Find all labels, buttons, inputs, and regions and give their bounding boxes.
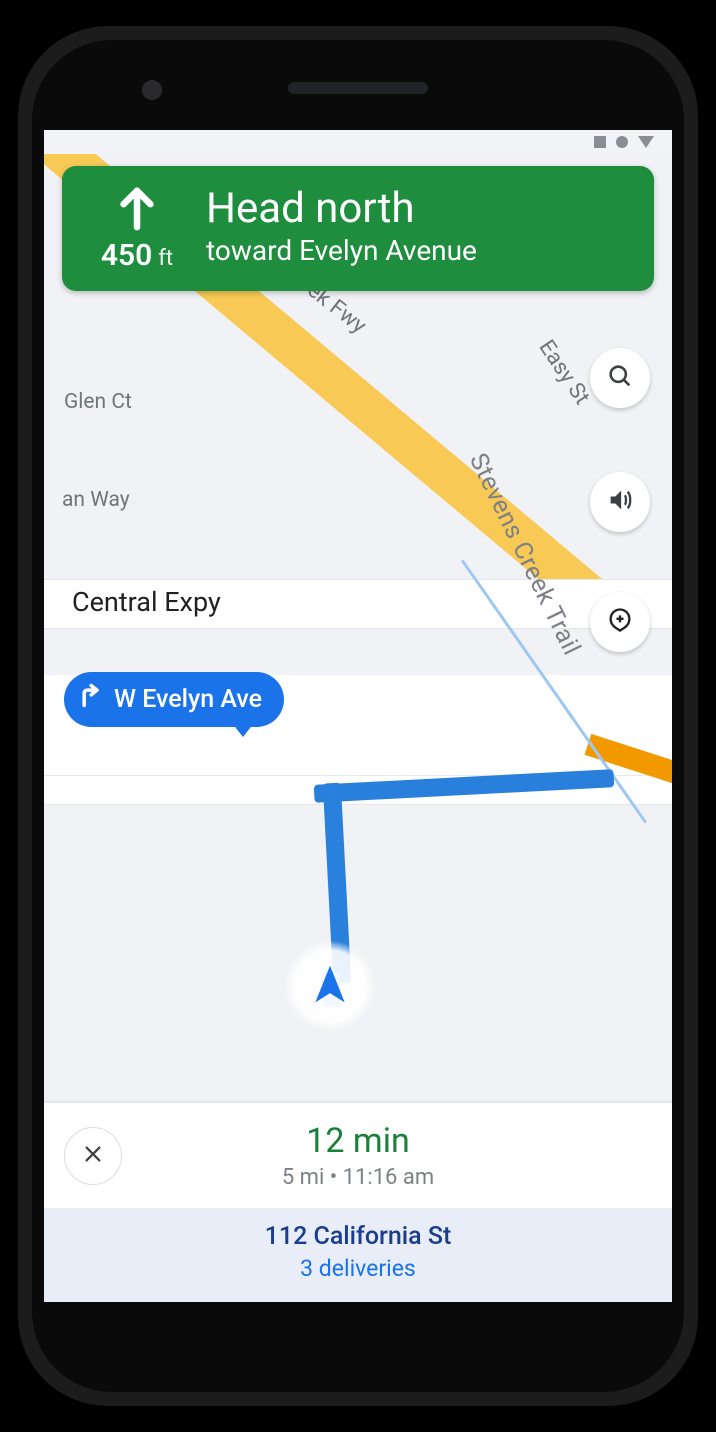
sound-button[interactable] — [590, 472, 650, 532]
arrow-up-icon — [114, 182, 160, 238]
eta-distance: 5 mi — [282, 1165, 324, 1190]
separator: • — [324, 1165, 342, 1190]
destination-subtitle: 3 deliveries — [56, 1255, 660, 1282]
status-bar — [44, 130, 672, 154]
destination-bar[interactable]: 112 California St 3 deliveries — [44, 1208, 672, 1302]
phone-bezel: Glen Ct an Way Central Expy Stevens Cree… — [32, 40, 684, 1392]
map-label-easy: Easy St — [533, 336, 594, 410]
map-label: Glen Ct — [64, 390, 132, 414]
direction-distance: 450 ft — [101, 238, 173, 273]
screen: Glen Ct an Way Central Expy Stevens Cree… — [44, 130, 672, 1302]
volume-icon — [606, 486, 634, 518]
speaker-grille — [288, 82, 428, 94]
eta-subline: 5 mi • 11:16 am — [64, 1165, 652, 1190]
front-camera — [142, 80, 162, 100]
turn-right-icon — [76, 682, 104, 717]
next-turn-label: W Evelyn Ave — [114, 685, 262, 714]
distance-value: 450 — [101, 238, 152, 273]
distance-unit: ft — [158, 246, 173, 271]
phone-frame: Glen Ct an Way Central Expy Stevens Cree… — [18, 26, 698, 1406]
direction-text: Head north toward Evelyn Avenue — [206, 186, 477, 270]
eta-time-remaining: 12 min — [64, 1121, 652, 1161]
direction-card[interactable]: 450 ft Head north toward Evelyn Avenue — [62, 166, 654, 291]
report-button[interactable] — [590, 592, 650, 652]
direction-instruction: Head north — [206, 186, 477, 231]
bottom-sheet[interactable]: 12 min 5 mi • 11:16 am 112 California St… — [44, 1103, 672, 1302]
eta-text: 12 min 5 mi • 11:16 am — [64, 1121, 652, 1190]
status-indicator-circle — [616, 136, 628, 148]
eta-row: 12 min 5 mi • 11:16 am — [44, 1103, 672, 1208]
next-turn-bubble[interactable]: W Evelyn Ave — [64, 672, 284, 727]
add-report-icon — [606, 606, 634, 638]
map-label-central: Central Expy — [72, 586, 221, 618]
status-indicator-triangle — [638, 136, 654, 148]
navigation-arrow-icon — [308, 962, 352, 1010]
status-indicator-square — [594, 136, 606, 148]
map-label: an Way — [62, 488, 130, 512]
destination-address: 112 California St — [56, 1222, 660, 1251]
direction-sub: toward Evelyn Avenue — [206, 233, 477, 269]
search-icon — [606, 362, 634, 394]
eta-arrival: 11:16 am — [343, 1165, 435, 1190]
search-button[interactable] — [590, 348, 650, 408]
current-location-puck — [284, 940, 376, 1032]
direction-distance-block: 450 ft — [82, 182, 192, 273]
